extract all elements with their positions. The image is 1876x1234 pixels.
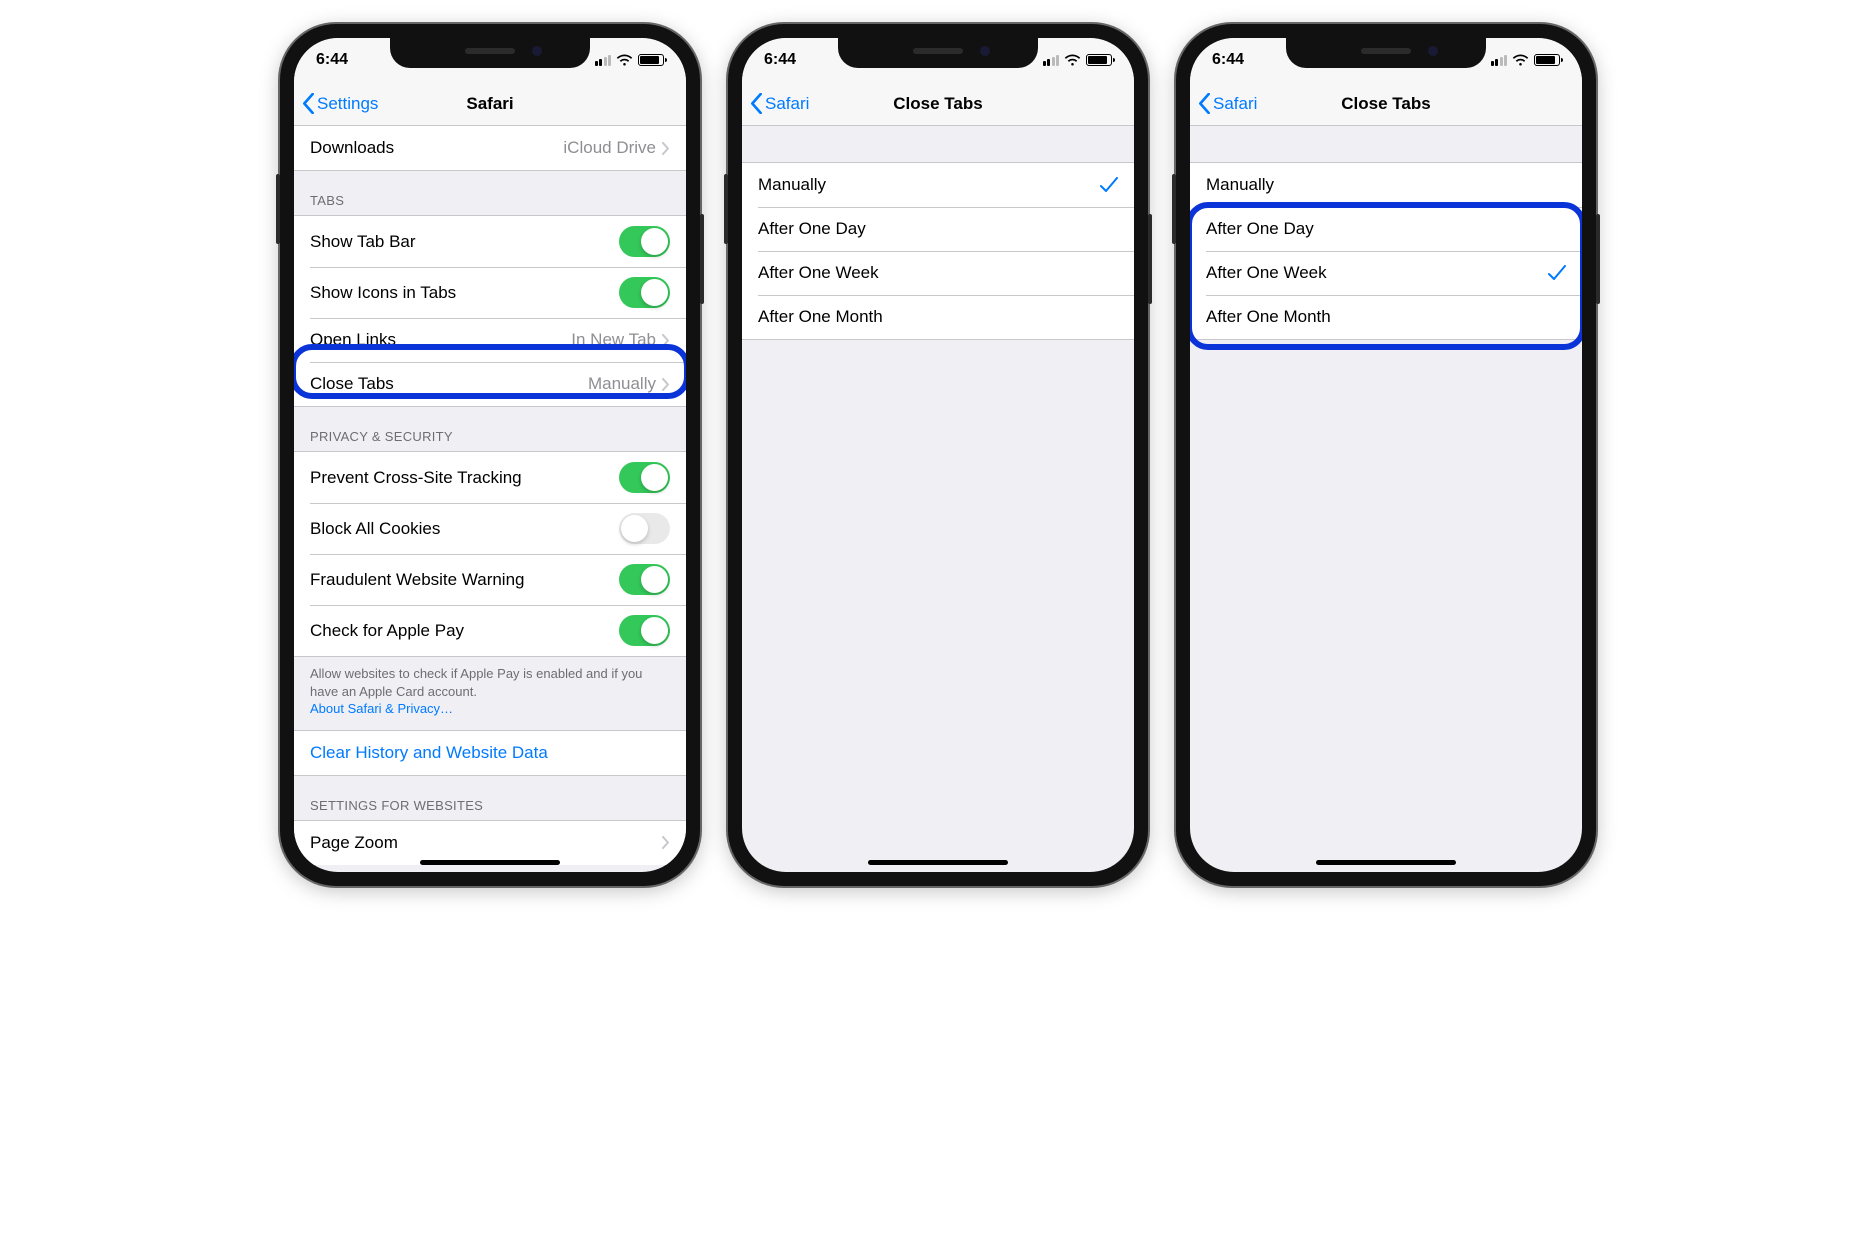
option-label: Manually <box>758 175 1100 195</box>
back-label: Safari <box>765 94 809 114</box>
settings-content[interactable]: Downloads iCloud Drive TABS Show Tab Bar… <box>294 126 686 872</box>
apple-pay-switch[interactable] <box>619 615 670 646</box>
nav-title: Safari <box>466 94 513 114</box>
block-cookies-switch[interactable] <box>619 513 670 544</box>
wifi-icon <box>1064 54 1081 66</box>
nav-title: Close Tabs <box>893 94 982 114</box>
option-after-one-day[interactable]: After One Day <box>1190 207 1582 251</box>
wifi-icon <box>1512 54 1529 66</box>
status-time: 6:44 <box>764 51 796 69</box>
nav-title: Close Tabs <box>1341 94 1430 114</box>
privacy-footer: Allow websites to check if Apple Pay is … <box>294 657 686 730</box>
option-after-one-month[interactable]: After One Month <box>1190 295 1582 339</box>
device-notch <box>1286 38 1486 68</box>
device-notch <box>390 38 590 68</box>
clear-history-label: Clear History and Website Data <box>310 743 670 763</box>
checkmark-icon <box>1100 177 1118 193</box>
chevron-right-icon <box>662 836 670 849</box>
back-label: Settings <box>317 94 378 114</box>
clear-history-row[interactable]: Clear History and Website Data <box>294 731 686 775</box>
home-indicator[interactable] <box>420 860 560 865</box>
fraud-warning-switch[interactable] <box>619 564 670 595</box>
page-zoom-row[interactable]: Page Zoom <box>294 821 686 865</box>
show-icons-row[interactable]: Show Icons in Tabs <box>294 267 686 318</box>
show-tab-bar-switch[interactable] <box>619 226 670 257</box>
cellular-signal-icon <box>1043 55 1060 66</box>
chevron-left-icon <box>1198 93 1211 114</box>
option-label: Manually <box>1206 175 1566 195</box>
back-button[interactable]: Safari <box>1198 93 1257 114</box>
phone-frame-2: 6:44 Safari Close Tabs Manually <box>728 24 1148 886</box>
fraud-warning-row[interactable]: Fraudulent Website Warning <box>294 554 686 605</box>
status-time: 6:44 <box>316 51 348 69</box>
status-time: 6:44 <box>1212 51 1244 69</box>
close-tabs-label: Close Tabs <box>310 374 588 394</box>
about-safari-privacy-link[interactable]: About Safari & Privacy… <box>310 701 453 716</box>
option-label: After One Month <box>1206 307 1566 327</box>
downloads-value: iCloud Drive <box>563 138 656 158</box>
apple-pay-label: Check for Apple Pay <box>310 621 619 641</box>
privacy-section-header: PRIVACY & SECURITY <box>294 407 686 451</box>
battery-icon <box>1534 54 1560 66</box>
prevent-tracking-switch[interactable] <box>619 462 670 493</box>
close-tabs-value: Manually <box>588 374 656 394</box>
open-links-value: In New Tab <box>571 330 656 350</box>
close-tabs-content[interactable]: Manually After One Day After One Week Af… <box>1190 126 1582 872</box>
close-tabs-content[interactable]: Manually After One Day After One Week Af… <box>742 126 1134 872</box>
chevron-right-icon <box>662 142 670 155</box>
show-tab-bar-row[interactable]: Show Tab Bar <box>294 216 686 267</box>
cellular-signal-icon <box>595 55 612 66</box>
navigation-bar: Settings Safari <box>294 82 686 126</box>
back-button[interactable]: Safari <box>750 93 809 114</box>
page-zoom-label: Page Zoom <box>310 833 662 853</box>
downloads-row[interactable]: Downloads iCloud Drive <box>294 126 686 170</box>
option-label: After One Week <box>1206 263 1548 283</box>
show-icons-label: Show Icons in Tabs <box>310 283 619 303</box>
option-after-one-day[interactable]: After One Day <box>742 207 1134 251</box>
battery-icon <box>638 54 664 66</box>
open-links-row[interactable]: Open Links In New Tab <box>294 318 686 362</box>
open-links-label: Open Links <box>310 330 571 350</box>
chevron-left-icon <box>750 93 763 114</box>
phone-frame-1: 6:44 Settings Safari Downloads iCloud Dr… <box>280 24 700 886</box>
show-icons-switch[interactable] <box>619 277 670 308</box>
option-manually[interactable]: Manually <box>742 163 1134 207</box>
chevron-left-icon <box>302 93 315 114</box>
websites-section-header: SETTINGS FOR WEBSITES <box>294 776 686 820</box>
option-label: After One Week <box>758 263 1118 283</box>
option-manually[interactable]: Manually <box>1190 163 1582 207</box>
close-tabs-row[interactable]: Close Tabs Manually <box>294 362 686 406</box>
prevent-tracking-label: Prevent Cross-Site Tracking <box>310 468 619 488</box>
chevron-right-icon <box>662 334 670 347</box>
prevent-tracking-row[interactable]: Prevent Cross-Site Tracking <box>294 452 686 503</box>
fraud-warning-label: Fraudulent Website Warning <box>310 570 619 590</box>
option-after-one-month[interactable]: After One Month <box>742 295 1134 339</box>
privacy-footer-text: Allow websites to check if Apple Pay is … <box>310 666 642 699</box>
apple-pay-row[interactable]: Check for Apple Pay <box>294 605 686 656</box>
block-cookies-label: Block All Cookies <box>310 519 619 539</box>
device-notch <box>838 38 1038 68</box>
tabs-section-header: TABS <box>294 171 686 215</box>
option-after-one-week[interactable]: After One Week <box>1190 251 1582 295</box>
back-label: Safari <box>1213 94 1257 114</box>
home-indicator[interactable] <box>868 860 1008 865</box>
cellular-signal-icon <box>1491 55 1508 66</box>
phone-frame-3: 6:44 Safari Close Tabs Manually After On… <box>1176 24 1596 886</box>
option-label: After One Day <box>1206 219 1566 239</box>
downloads-label: Downloads <box>310 138 563 158</box>
option-label: After One Month <box>758 307 1118 327</box>
block-cookies-row[interactable]: Block All Cookies <box>294 503 686 554</box>
option-label: After One Day <box>758 219 1118 239</box>
navigation-bar: Safari Close Tabs <box>742 82 1134 126</box>
checkmark-icon <box>1548 265 1566 281</box>
wifi-icon <box>616 54 633 66</box>
chevron-right-icon <box>662 378 670 391</box>
back-button[interactable]: Settings <box>302 93 378 114</box>
home-indicator[interactable] <box>1316 860 1456 865</box>
navigation-bar: Safari Close Tabs <box>1190 82 1582 126</box>
show-tab-bar-label: Show Tab Bar <box>310 232 619 252</box>
option-after-one-week[interactable]: After One Week <box>742 251 1134 295</box>
battery-icon <box>1086 54 1112 66</box>
